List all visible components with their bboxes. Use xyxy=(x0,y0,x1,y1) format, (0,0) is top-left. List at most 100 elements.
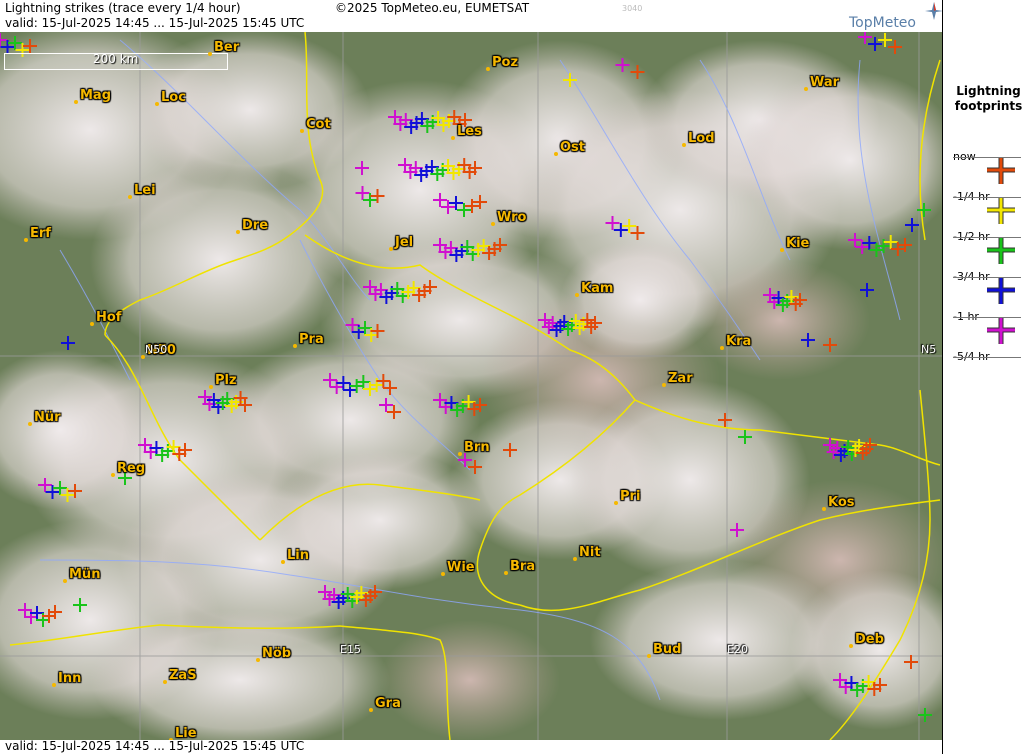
city-marker xyxy=(293,344,297,348)
grid-label-n5: N5 xyxy=(921,343,937,356)
city-marker xyxy=(458,452,462,456)
grid-label-e20: E20 xyxy=(727,643,748,656)
city-marker xyxy=(720,346,724,350)
city-marker xyxy=(849,644,853,648)
city-label: Lei xyxy=(134,183,156,198)
city-label: Les xyxy=(457,124,482,139)
satellite-map: 200 km Ber Poz War Mag Loc Cot Ost Lod Les Lei Wro… xyxy=(0,0,942,754)
legend-row: -1/4 hr xyxy=(943,190,1033,230)
city-marker xyxy=(486,67,490,71)
city-label: ZaS xyxy=(169,668,197,683)
cloud-patch xyxy=(90,610,390,750)
city-marker xyxy=(90,322,94,326)
cloud-patch xyxy=(690,260,870,380)
legend-panel: Lightning footprints now -1/4 hr -1/2 hr -3… xyxy=(942,0,1033,754)
city-marker xyxy=(575,293,579,297)
map-title: Lightning strikes (trace every 1/4 hour) xyxy=(5,1,241,15)
city-label: Ost xyxy=(560,140,586,155)
legend-row: now xyxy=(943,150,1033,190)
city-marker xyxy=(804,87,808,91)
city-label: Kos xyxy=(828,495,855,510)
legend-row: -5/4 hr xyxy=(943,350,1033,390)
header-bar: Lightning strikes (trace every 1/4 hour)… xyxy=(0,0,942,32)
city-label: Deb xyxy=(855,632,884,647)
city-label: Poz xyxy=(492,55,519,70)
city-marker xyxy=(163,680,167,684)
legend-title-line2: footprints xyxy=(954,99,1023,113)
city-label: Loc xyxy=(161,90,186,105)
valid-time-bottom: valid: 15-Jul-2025 14:45 ... 15-Jul-2025… xyxy=(5,739,305,753)
city-label: Lin xyxy=(287,548,309,563)
compass-icon xyxy=(925,2,942,20)
valid-time-top: valid: 15-Jul-2025 14:45 ... 15-Jul-2025… xyxy=(5,16,305,30)
grid-label-e15: E15 xyxy=(340,643,361,656)
city-label: Wro xyxy=(497,210,527,225)
legend-title: Lightning footprints xyxy=(943,84,1033,114)
legend-divider xyxy=(953,357,1021,358)
brand-logo: TopMeteo xyxy=(849,2,942,31)
city-label: Pri xyxy=(620,489,641,504)
city-label: War xyxy=(810,75,840,90)
legend-row: -1/2 hr xyxy=(943,230,1033,270)
city-marker xyxy=(74,100,78,104)
city-label: Brn xyxy=(464,440,490,455)
city-label: Zar xyxy=(668,371,693,386)
city-label: Plz xyxy=(215,373,237,388)
city-marker xyxy=(281,560,285,564)
legend-row: -3/4 hr xyxy=(943,270,1033,310)
city-marker xyxy=(111,473,115,477)
brand-name: TopMeteo xyxy=(849,15,916,31)
city-marker xyxy=(300,129,304,133)
city-marker xyxy=(256,658,260,662)
copyright: ©2025 TopMeteo.eu, EUMETSAT xyxy=(335,1,530,15)
city-label: Pra xyxy=(299,332,324,347)
city-label: Bra xyxy=(510,559,536,574)
city-marker xyxy=(614,501,618,505)
city-marker xyxy=(128,195,132,199)
city-marker xyxy=(236,230,240,234)
city-marker xyxy=(647,654,651,658)
city-label: Hof xyxy=(96,310,122,325)
city-label: Lod xyxy=(688,131,715,146)
city-marker xyxy=(573,557,577,561)
city-label: Gra xyxy=(375,696,401,711)
city-marker xyxy=(780,248,784,252)
city-marker xyxy=(63,579,67,583)
scale-label: 200 km xyxy=(93,52,139,66)
city-label: Nit xyxy=(579,545,601,560)
city-marker xyxy=(208,52,212,56)
city-label: Mün xyxy=(69,567,101,582)
city-marker xyxy=(554,152,558,156)
city-label: Inn xyxy=(58,671,82,686)
map-code: 3040 xyxy=(622,4,643,13)
cloud-patch xyxy=(560,240,720,360)
city-label: Nöb xyxy=(262,646,292,661)
city-marker xyxy=(822,507,826,511)
city-marker xyxy=(389,247,393,251)
city-label: Cot xyxy=(306,117,331,132)
city-marker xyxy=(209,385,213,389)
city-marker xyxy=(451,136,455,140)
city-marker xyxy=(155,102,159,106)
city-marker xyxy=(369,708,373,712)
city-label: Bud xyxy=(653,642,682,657)
city-label: Jel xyxy=(395,235,414,250)
city-label: Erf xyxy=(30,226,51,241)
city-label: Mag xyxy=(80,88,112,103)
city-marker xyxy=(441,572,445,576)
map-canvas xyxy=(0,0,942,754)
cloud-patch xyxy=(380,620,560,740)
grid-label-n50: N50 xyxy=(145,343,168,356)
city-label: Reg xyxy=(117,461,146,476)
city-label: Ber xyxy=(214,40,240,55)
city-marker xyxy=(662,383,666,387)
city-label: Wie xyxy=(447,560,475,575)
city-label: Kam xyxy=(581,281,614,296)
city-marker xyxy=(504,571,508,575)
legend-row: -1 hr xyxy=(943,310,1033,350)
cloud-patch xyxy=(590,560,850,720)
legend-title-line1: Lightning xyxy=(956,84,1021,98)
city-label: Kra xyxy=(726,334,752,349)
city-label: Kie xyxy=(786,236,810,251)
city-label: Nür xyxy=(34,410,61,425)
